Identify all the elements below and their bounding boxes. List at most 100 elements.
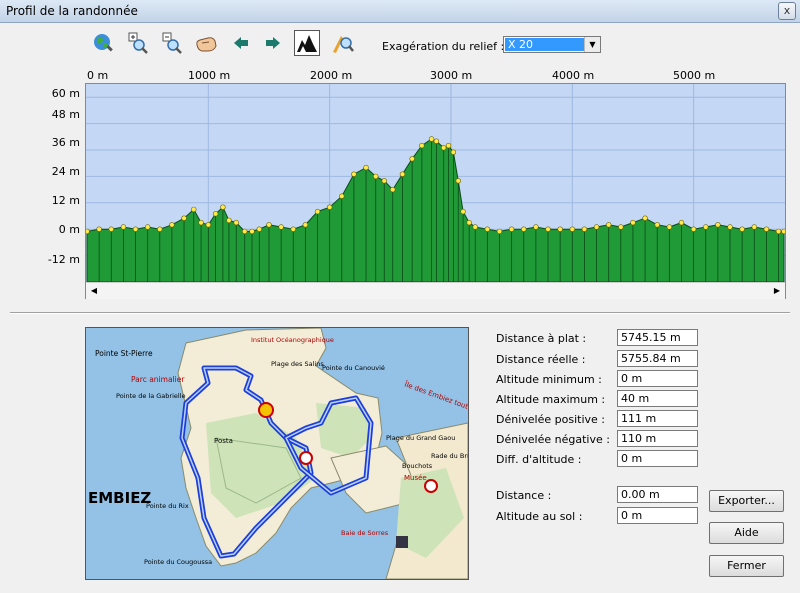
data-point <box>460 208 466 215</box>
close-button[interactable]: Fermer <box>709 555 784 577</box>
profile-window: Profil de la randonnée x Exagération du … <box>0 0 800 593</box>
y-tick-label: 12 m <box>51 194 80 207</box>
stat-value: 5745.15 m <box>617 329 698 346</box>
y-tick-label: 0 m <box>58 223 80 236</box>
data-point <box>181 215 187 221</box>
data-point <box>144 224 151 230</box>
elevation-profile-svg <box>86 84 785 282</box>
data-point <box>484 226 491 232</box>
scroll-left-icon[interactable]: ◀ <box>86 283 102 299</box>
data-point <box>508 226 515 232</box>
data-point <box>466 219 472 226</box>
data-point <box>433 138 440 144</box>
relief-profile-icon[interactable] <box>294 30 320 56</box>
data-point <box>390 186 396 193</box>
arrow-right-icon[interactable] <box>260 30 286 56</box>
elevation-profile-chart[interactable] <box>85 83 786 299</box>
close-window-button[interactable]: x <box>778 2 796 20</box>
data-point <box>581 226 588 232</box>
data-point <box>739 226 745 232</box>
data-point <box>642 215 648 221</box>
data-point <box>419 142 425 149</box>
data-point <box>339 193 345 199</box>
map-label: Plage des Salins <box>271 360 324 368</box>
stat-value: 5755.84 m <box>617 350 698 367</box>
cursor-distance-value: 0.00 m <box>617 486 698 503</box>
x-tick-label: 3000 m <box>430 69 473 82</box>
data-point <box>256 226 262 232</box>
title-bar: Profil de la randonnée x <box>0 0 800 23</box>
data-point <box>678 219 685 226</box>
measure-icon[interactable] <box>330 30 356 56</box>
data-point <box>290 226 296 232</box>
data-point <box>157 226 163 232</box>
zoom-out-icon[interactable] <box>158 30 184 56</box>
data-point <box>351 171 357 177</box>
y-tick-label: 24 m <box>51 165 80 178</box>
data-point <box>381 178 387 184</box>
data-point <box>521 226 527 232</box>
data-point <box>108 226 114 232</box>
data-point <box>763 226 770 232</box>
cursor-altitude-value: 0 m <box>617 507 698 524</box>
data-point <box>545 226 551 232</box>
data-point <box>399 171 406 177</box>
data-point <box>302 222 309 228</box>
data-point <box>727 224 733 230</box>
data-point <box>428 136 435 142</box>
x-tick-label: 2000 m <box>310 69 353 82</box>
exaggeration-label: Exagération du relief : <box>382 40 505 53</box>
scroll-right-icon[interactable]: ▶ <box>769 283 785 299</box>
map-label: Baie de Sorres <box>341 529 389 537</box>
globe-zoom-icon[interactable] <box>90 30 116 56</box>
data-point <box>440 145 447 151</box>
data-point <box>191 206 197 213</box>
chevron-down-icon[interactable]: ▼ <box>584 37 600 52</box>
data-point <box>751 224 757 230</box>
chart-scrollbar[interactable]: ◀ ▶ <box>86 282 785 299</box>
data-point <box>373 173 379 180</box>
stat-label: Dénivelée négative : <box>496 433 610 446</box>
route-map[interactable]: Pointe St-Pierre Institut Océanographiqu… <box>85 327 469 580</box>
arrow-left-icon[interactable] <box>228 30 254 56</box>
zoom-in-icon[interactable] <box>124 30 150 56</box>
data-point <box>630 219 636 226</box>
data-point <box>703 224 709 230</box>
y-tick-label: -12 m <box>47 253 80 266</box>
help-button[interactable]: Aide <box>709 522 784 544</box>
data-point <box>472 224 478 230</box>
data-point <box>533 224 539 230</box>
map-label: Plage du Grand Gaou <box>386 434 455 442</box>
map-label: Pointe St-Pierre <box>95 349 153 358</box>
stat-value: 110 m <box>617 430 698 447</box>
data-point <box>363 164 369 171</box>
stat-label: Altitude maximum : <box>496 393 606 406</box>
export-button[interactable]: Exporter... <box>709 490 784 512</box>
data-point <box>86 228 90 235</box>
map-image: Pointe St-Pierre Institut Océanographiqu… <box>86 328 468 579</box>
pan-hand-icon[interactable] <box>193 30 219 56</box>
map-label: Posta <box>214 437 233 445</box>
stat-value: 40 m <box>617 390 698 407</box>
section-divider <box>10 312 790 314</box>
stat-label: Distance à plat : <box>496 332 587 345</box>
stat-value: 0 m <box>617 370 698 387</box>
stat-label: Distance réelle : <box>496 353 586 366</box>
stat-label: Diff. d'altitude : <box>496 453 582 466</box>
data-point <box>775 228 782 235</box>
data-point <box>120 224 127 230</box>
map-label: EMBIEZ <box>88 489 151 507</box>
data-point <box>198 219 204 226</box>
map-label: Pointe du Cougoussa <box>144 558 212 566</box>
data-point <box>96 226 102 232</box>
cursor-distance-label: Distance : <box>496 489 552 502</box>
x-tick-label: 5000 m <box>673 69 716 82</box>
map-label: Pointe de la Gabrielle <box>116 392 186 400</box>
data-point <box>593 224 600 230</box>
y-tick-label: 48 m <box>51 108 80 121</box>
y-tick-label: 60 m <box>51 87 80 100</box>
exaggeration-select[interactable]: X 20 ▼ <box>503 36 601 53</box>
data-point <box>132 226 139 232</box>
data-point <box>220 204 226 210</box>
data-point <box>278 224 284 230</box>
